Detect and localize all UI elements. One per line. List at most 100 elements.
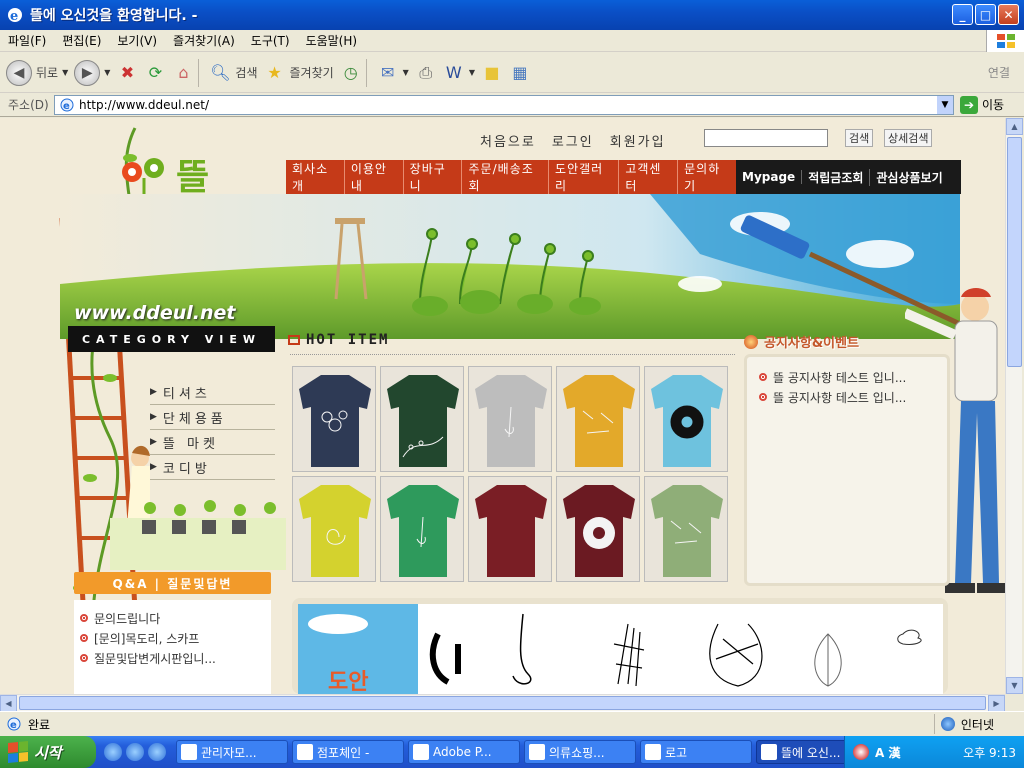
product-thumbnail[interactable]: [468, 476, 552, 582]
scroll-up-icon[interactable]: ▲: [1006, 118, 1023, 135]
category-item[interactable]: ▶ 티셔츠: [150, 380, 275, 405]
ime-icon[interactable]: A 漢: [875, 744, 900, 761]
chevron-down-icon[interactable]: ▼: [403, 68, 409, 77]
horizontal-scrollbar[interactable]: ◀ ▶: [0, 694, 1005, 712]
toolbar-divider: [198, 58, 200, 87]
site-logo[interactable]: 뜰: [118, 148, 209, 200]
address-input[interactable]: e http://www.ddeul.net/ ▼: [54, 94, 954, 115]
qna-item[interactable]: 문의드립니다: [74, 608, 271, 628]
product-thumbnail[interactable]: [468, 366, 552, 472]
mail-button[interactable]: ✉ ▼: [377, 62, 409, 84]
notice-title: 공지사항&이벤트: [764, 336, 860, 351]
notice-item[interactable]: 뜰 공지사항 테스트 입니...: [747, 367, 947, 387]
discuss-button[interactable]: ■: [481, 62, 503, 84]
search-button[interactable]: 🔍︎ 검색: [209, 62, 257, 84]
maximize-button[interactable]: □: [975, 4, 996, 25]
taskbar-label: 로고: [665, 745, 688, 760]
product-thumbnail[interactable]: [292, 366, 376, 472]
clock[interactable]: 오후 9:13: [963, 744, 1016, 761]
nav-gallery[interactable]: 도안갤러리: [549, 160, 620, 194]
qna-item[interactable]: [문의]목도리, 스카프: [74, 628, 271, 648]
nav-inquiry[interactable]: 문의하기: [678, 160, 736, 194]
scroll-thumb[interactable]: [19, 696, 986, 710]
menu-favorites[interactable]: 즐겨찾기(A): [165, 32, 243, 49]
chevron-down-icon[interactable]: ▼: [469, 68, 475, 77]
history-button[interactable]: ◷: [340, 62, 362, 84]
notice-item[interactable]: 뜰 공지사항 테스트 입니...: [747, 387, 947, 407]
home-button[interactable]: ⌂: [172, 62, 194, 84]
edit-button[interactable]: W ▼: [443, 62, 475, 84]
minimize-button[interactable]: _: [952, 4, 973, 25]
menu-tools[interactable]: 도구(T): [243, 32, 298, 49]
scroll-right-icon[interactable]: ▶: [988, 695, 1005, 712]
vertical-scrollbar[interactable]: ▲ ▼: [1005, 118, 1023, 694]
nav-wishlist[interactable]: 관심상품보기: [870, 169, 948, 186]
taskbar-button[interactable]: 점포체인 -: [292, 740, 404, 764]
nav-points[interactable]: 적립금조회: [802, 168, 871, 186]
home-link[interactable]: 처음으로: [480, 131, 536, 150]
refresh-button[interactable]: ⟳: [144, 62, 166, 84]
menu-help[interactable]: 도움말(H): [298, 32, 366, 49]
menu-view[interactable]: 보기(V): [109, 32, 165, 49]
nav-guide[interactable]: 이용안내: [345, 160, 404, 194]
product-thumbnail[interactable]: [644, 366, 728, 472]
nav-cart[interactable]: 장바구니: [404, 160, 463, 194]
menu-file[interactable]: 파일(F): [0, 32, 54, 49]
back-button[interactable]: ◀ 뒤로 ▼: [6, 59, 68, 86]
language-icon[interactable]: [853, 744, 869, 760]
site-url-text: www.ddeul.net: [74, 302, 236, 324]
taskbar-button[interactable]: Adobe P...: [408, 740, 520, 764]
design-gallery-strip[interactable]: [298, 604, 943, 694]
category-item[interactable]: ▶ 단체용품: [150, 405, 275, 430]
taskbar-button[interactable]: 의류쇼핑...: [524, 740, 636, 764]
favorites-button[interactable]: ★ 즐겨찾기: [264, 62, 333, 84]
system-tray: A 漢 오후 9:13: [844, 736, 1024, 768]
detail-search-button[interactable]: 상세검색: [884, 129, 933, 147]
category-item[interactable]: ▶ 코디방: [150, 455, 275, 480]
start-button[interactable]: 시작: [0, 736, 96, 768]
desktop-quicklaunch-icon[interactable]: [148, 743, 166, 761]
login-link[interactable]: 로그인: [552, 131, 594, 150]
links-label[interactable]: 연결: [988, 64, 1010, 81]
product-thumbnail[interactable]: [556, 366, 640, 472]
taskbar-button[interactable]: 관리자모...: [176, 740, 288, 764]
product-thumbnail[interactable]: [556, 476, 640, 582]
qna-header[interactable]: Q&A | 질문및답변: [74, 572, 271, 594]
product-thumbnail[interactable]: [644, 476, 728, 582]
join-link[interactable]: 회원가입: [610, 131, 666, 150]
scroll-down-icon[interactable]: ▼: [1006, 677, 1023, 694]
ie-quicklaunch-icon[interactable]: [104, 743, 122, 761]
top-links: 처음으로 로그인 회원가입: [480, 131, 666, 150]
scroll-thumb[interactable]: [1007, 137, 1022, 367]
product-thumbnail[interactable]: [380, 366, 464, 472]
taskbar-button[interactable]: 로고: [640, 740, 752, 764]
category-item[interactable]: ▶ 뜰 마켓: [150, 430, 275, 455]
nav-order[interactable]: 주문/배송조회: [462, 160, 550, 194]
messenger-button[interactable]: ▦: [509, 62, 531, 84]
close-button[interactable]: ✕: [998, 4, 1019, 25]
app-icon: [529, 744, 545, 760]
taskbar: 시작 관리자모... 점포체인 - Adobe P... 의류쇼핑... 로고 뜰에 오신…: [0, 736, 1024, 768]
site-search-input[interactable]: [704, 129, 828, 147]
print-button[interactable]: ⎙: [415, 62, 437, 84]
back-arrow-icon: ◀: [6, 59, 32, 86]
stop-button[interactable]: ✖: [116, 62, 138, 84]
qna-item[interactable]: 질문및답변게시판입니...: [74, 648, 271, 668]
ball-icon: [744, 334, 758, 349]
nav-support[interactable]: 고객센터: [619, 160, 679, 194]
forward-arrow-icon: ▶: [74, 59, 101, 86]
forward-button[interactable]: ▶ ▼: [74, 59, 110, 86]
chevron-down-icon[interactable]: ▼: [104, 68, 110, 77]
chevron-down-icon[interactable]: ▼: [937, 95, 953, 114]
scroll-left-icon[interactable]: ◀: [0, 695, 17, 712]
product-thumbnail[interactable]: [380, 476, 464, 582]
nav-company[interactable]: 회사소개: [286, 160, 345, 194]
menu-edit[interactable]: 편집(E): [54, 32, 109, 49]
history-icon: ◷: [343, 63, 358, 82]
chevron-down-icon[interactable]: ▼: [62, 68, 68, 77]
site-search-button[interactable]: 검색: [845, 129, 874, 147]
product-thumbnail[interactable]: [292, 476, 376, 582]
go-button[interactable]: ➔ 이동: [960, 95, 1004, 114]
ie-quicklaunch-icon[interactable]: [126, 743, 144, 761]
nav-mypage[interactable]: Mypage: [736, 170, 803, 184]
